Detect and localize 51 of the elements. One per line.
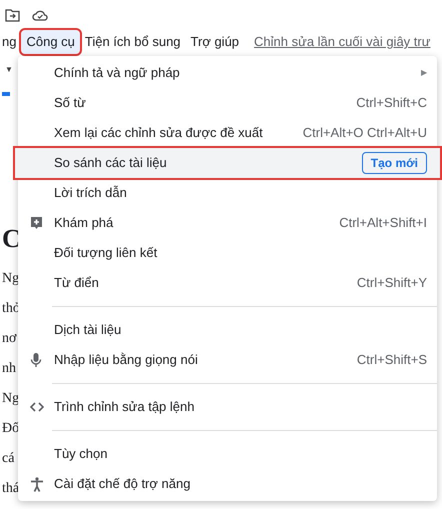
- menu-bar-item[interactable]: ng: [0, 30, 22, 54]
- accessibility-icon: [30, 476, 44, 492]
- microphone-icon: [30, 352, 42, 368]
- menu-item-label: Chính tả và ngữ pháp: [54, 64, 180, 82]
- new-badge: Tạo mới: [362, 152, 427, 174]
- menu-item[interactable]: Chính tả và ngữ pháp ▶: [18, 58, 437, 88]
- menu-bar-item[interactable]: Tiện ích bổ sung: [80, 30, 186, 54]
- code-icon: [30, 402, 44, 412]
- menu-item-label: Nhập liệu bằng giọng nói: [54, 351, 198, 370]
- menu-item[interactable]: Từ điển Ctrl+Shift+Y: [18, 268, 437, 298]
- menu-item[interactable]: Nhập liệu bằng giọng nói Ctrl+Shift+S: [18, 345, 437, 375]
- document-text: Ng: [2, 390, 20, 408]
- shortcut-text: Ctrl+Alt+O Ctrl+Alt+U: [302, 124, 427, 142]
- menu-item-label: So sánh các tài liệu: [54, 154, 167, 172]
- menu-item[interactable]: Cài đặt chế độ trợ năng: [18, 469, 437, 499]
- menu-item-label: Tùy chọn: [54, 445, 108, 464]
- shortcut-text: Ctrl+Shift+Y: [356, 274, 427, 292]
- menu-item[interactable]: Đối tượng liên kết: [18, 238, 437, 268]
- document-text: thá: [2, 480, 20, 498]
- menu-item[interactable]: Tùy chọn: [18, 439, 437, 469]
- menu-item[interactable]: Trình chỉnh sửa tập lệnh: [18, 392, 437, 422]
- menu-bar-item[interactable]: Trợ giúp: [186, 30, 244, 54]
- menu-item[interactable]: Số từ Ctrl+Shift+C: [18, 88, 437, 118]
- menu-item[interactable]: Lời trích dẫn: [18, 178, 437, 208]
- menu-item[interactable]: Dịch tài liệu: [18, 315, 437, 345]
- menu-item-label: Đối tượng liên kết: [54, 244, 158, 262]
- shortcut-text: Ctrl+Alt+Shift+I: [339, 214, 427, 232]
- cloud-icon[interactable]: [32, 9, 48, 21]
- menu-bar-item[interactable]: Công cụ: [21, 30, 80, 54]
- menu-item-label: Khám phá: [54, 214, 114, 232]
- document-text: Đố: [2, 420, 20, 438]
- menu-item-label: Lời trích dẫn: [54, 184, 127, 202]
- document-text: nơ: [2, 330, 16, 348]
- folder-icon[interactable]: [5, 8, 20, 22]
- menu-item-label: Cài đặt chế độ trợ năng: [54, 475, 190, 494]
- last-edit-link[interactable]: Chỉnh sửa lần cuối vài giây trư: [254, 32, 430, 52]
- document-text: Ng: [2, 270, 20, 288]
- caret-icon[interactable]: ▼: [5, 64, 13, 76]
- submenu-arrow-icon: ▶: [421, 67, 427, 79]
- menu-item[interactable]: So sánh các tài liệu Tạo mới: [15, 148, 440, 178]
- document-text: cá: [2, 450, 14, 468]
- menu-item-label: Xem lại các chỉnh sửa được đề xuất: [54, 124, 263, 142]
- shortcut-text: Ctrl+Shift+C: [356, 94, 427, 112]
- menu-item-label: Dịch tài liệu: [54, 321, 122, 340]
- menu-item[interactable]: Xem lại các chỉnh sửa được đề xuất Ctrl+Alt+O Ctrl+Alt+U: [18, 118, 437, 148]
- menu-item-label: Số từ: [54, 94, 86, 112]
- menu-item-label: Từ điển: [54, 274, 99, 292]
- document-text: nh: [2, 360, 16, 378]
- shortcut-text: Ctrl+Shift+S: [356, 351, 427, 370]
- menu-item[interactable]: Khám phá Ctrl+Alt+Shift+I: [18, 208, 437, 238]
- menu-item-label: Trình chỉnh sửa tập lệnh: [54, 398, 194, 416]
